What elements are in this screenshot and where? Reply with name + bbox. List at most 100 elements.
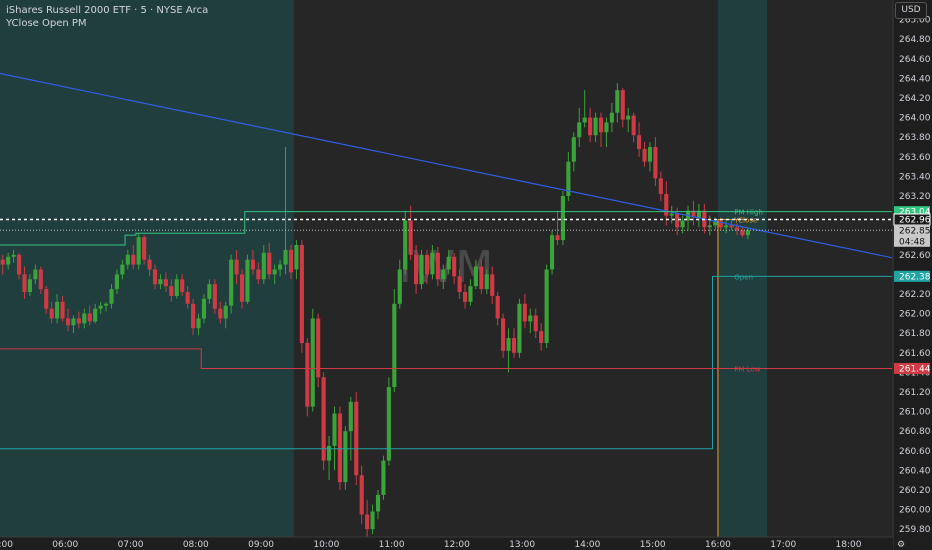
candle-body-55 [299, 244, 304, 343]
chart-area[interactable]: IWM PM High YClose Open PM Low 259.80 260.00 26… [0, 0, 932, 550]
candle-body-31 [169, 286, 174, 296]
candle-body-6 [33, 269, 38, 280]
candle-body-88 [479, 266, 484, 290]
candlestick-chart[interactable]: IWM PM HighYClose Open PM Low 259.80 260.00 26… [0, 0, 932, 550]
candle-body-68 [370, 511, 375, 530]
candle-body-77 [419, 254, 424, 285]
candle-body-93 [506, 338, 511, 351]
y-tick-label-11: 262.00 [899, 310, 931, 320]
candle-body-103 [560, 195, 566, 241]
candle-body-20 [109, 289, 114, 304]
candle-body-46 [250, 259, 255, 270]
session-shade-1 [717, 0, 767, 537]
candle-body-90 [490, 274, 495, 296]
symbol-title[interactable]: iShares Russell 2000 ETF · 5 · NYSE Arca [6, 4, 208, 17]
candle-body-67 [365, 514, 370, 530]
candle-body-9 [49, 308, 54, 319]
price-tag-2: 262.8504:48 [894, 224, 931, 247]
candle-body-40 [218, 308, 223, 319]
candle-body-44 [239, 274, 245, 302]
y-tick-label-10: 261.80 [899, 329, 931, 339]
candle-body-32 [174, 279, 179, 296]
candle-body-53 [288, 249, 294, 273]
candle-body-102 [555, 235, 560, 241]
y-tick-label-14: 262.60 [899, 251, 931, 261]
candle-body-25 [136, 237, 141, 265]
x-tick-label-0: 05:00 [0, 540, 13, 550]
x-tick-label-5: 10:00 [313, 540, 339, 550]
candle-body-62 [337, 413, 343, 483]
level-label-3: PM Low [734, 365, 761, 373]
candle-body-27 [147, 259, 152, 270]
candle-body-119 [647, 146, 653, 162]
candle-body-99 [539, 331, 544, 343]
candle-body-45 [245, 259, 250, 302]
x-tick-label-8: 13:00 [509, 540, 535, 550]
candle-body-19 [103, 303, 109, 306]
candle-body-105 [571, 137, 576, 162]
indicator-label[interactable]: YClose Open PM [6, 17, 208, 30]
candle-body-33 [180, 279, 185, 293]
candle-body-15 [82, 313, 87, 324]
candle-body-108 [588, 117, 593, 136]
y-tick-label-2: 260.20 [899, 486, 931, 496]
candle-body-114 [620, 90, 625, 120]
candle-body-98 [533, 315, 538, 332]
candle-body-86 [468, 286, 473, 302]
candle-body-130 [707, 225, 712, 228]
y-tick-label-23: 264.40 [899, 74, 931, 84]
y-tick-label-5: 260.80 [899, 427, 931, 437]
candle-body-43 [234, 259, 239, 275]
candle-body-80 [435, 252, 440, 280]
candle-body-120 [653, 146, 658, 179]
candle-body-70 [381, 460, 386, 495]
y-tick-label-19: 263.60 [899, 153, 931, 163]
price-tag-1: 262.96 [893, 213, 931, 226]
candle-body-113 [615, 90, 620, 113]
candle-body-24 [131, 254, 136, 265]
candle-body-84 [457, 276, 462, 293]
candle-body-7 [38, 269, 43, 290]
candle-body-76 [414, 254, 419, 285]
price-tag-sublabel-2: 04:48 [899, 237, 925, 247]
candle-body-73 [397, 269, 402, 304]
candle-body-71 [386, 387, 391, 461]
candle-body-47 [256, 269, 261, 280]
y-tick-label-0: 259.80 [899, 525, 931, 535]
candle-body-116 [631, 115, 636, 136]
candle-body-78 [424, 254, 430, 275]
x-tick-label-1: 06:00 [52, 540, 78, 550]
x-tick-label-12: 17:00 [770, 540, 796, 550]
y-tick-label-7: 261.20 [899, 388, 931, 398]
y-tick-label-25: 264.80 [899, 35, 931, 45]
candle-body-117 [637, 135, 642, 149]
candle-body-41 [223, 305, 228, 319]
settings-gear-icon[interactable]: ⚙ [897, 540, 905, 550]
candle-body-26 [142, 237, 147, 260]
candle-body-82 [446, 256, 451, 270]
y-tick-label-12: 262.20 [899, 290, 931, 300]
candle-body-109 [593, 117, 598, 136]
x-tick-label-4: 09:00 [248, 540, 274, 550]
x-tick-label-6: 11:00 [379, 540, 405, 550]
candle-body-50 [272, 269, 277, 275]
x-tick-label-7: 12:00 [444, 540, 470, 550]
candle-body-110 [598, 117, 604, 133]
candle-body-101 [549, 235, 555, 270]
y-tick-label-4: 260.60 [899, 447, 931, 457]
price-tag-4: 261.44 [894, 362, 931, 374]
candle-body-60 [326, 445, 332, 461]
candle-body-56 [305, 342, 310, 407]
candle-body-51 [278, 264, 283, 270]
session-shade-0 [0, 0, 294, 537]
y-tick-label-9: 261.60 [899, 349, 931, 359]
x-tick-label-11: 16:00 [705, 540, 731, 550]
currency-button[interactable]: USD [895, 2, 927, 19]
candle-body-134 [729, 225, 734, 228]
candle-body-123 [669, 213, 674, 216]
x-tick-label-13: 18:00 [836, 540, 862, 550]
y-tick-label-21: 264.00 [899, 114, 931, 124]
candle-body-16 [87, 313, 92, 322]
y-tick-label-24: 264.60 [899, 55, 931, 65]
candle-body-10 [55, 301, 60, 319]
